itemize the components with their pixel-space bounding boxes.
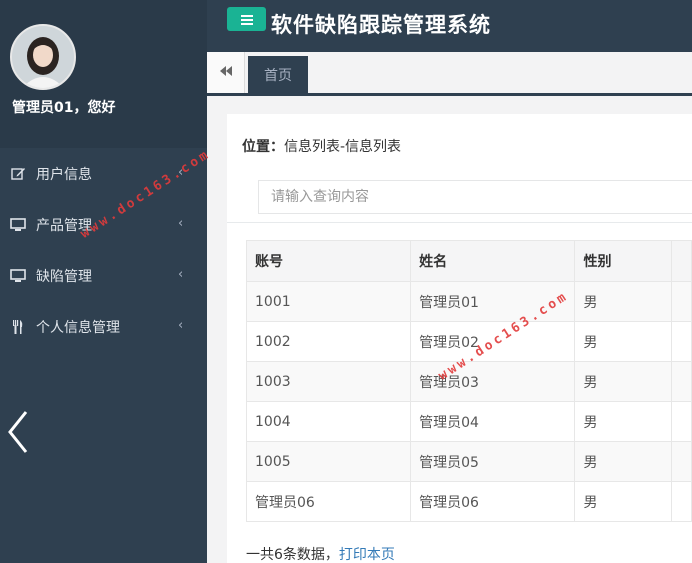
collapse-sidebar-arrow-icon[interactable] <box>4 408 32 456</box>
data-table: 账号 姓名 性别 1001 管理员01 男 1002 管理员02 男 1003 … <box>245 240 692 522</box>
avatar[interactable] <box>10 24 76 90</box>
search-input[interactable] <box>258 180 692 214</box>
tab-bar: 首页 <box>207 52 692 96</box>
table-row[interactable]: 1001 管理员01 男 <box>245 281 692 322</box>
sidebar: 管理员01，您好 用户信息 ‹ 产品管理 ‹ 缺陷管理 ‹ 个人信息管理 ‹ <box>0 0 207 563</box>
sidebar-item-defect-management[interactable]: 缺陷管理 ‹ <box>0 250 207 301</box>
print-page-link[interactable]: 打印本页 <box>339 547 395 563</box>
chevron-left-icon: ‹ <box>178 216 184 231</box>
cell-extra <box>671 441 692 482</box>
breadcrumb-path: 信息列表-信息列表 <box>284 139 402 155</box>
menu-toggle-button[interactable] <box>227 7 266 31</box>
cell-gender: 男 <box>574 321 673 362</box>
cell-name: 管理员06 <box>410 481 576 522</box>
column-header-account[interactable]: 账号 <box>245 240 412 282</box>
cell-name: 管理员04 <box>410 401 576 442</box>
sidebar-item-personal-info[interactable]: 个人信息管理 ‹ <box>0 301 207 352</box>
top-header: 软件缺陷跟踪管理系统 <box>207 0 692 52</box>
cell-extra <box>671 321 692 362</box>
cell-gender: 男 <box>574 281 673 322</box>
table-summary: 一共6条数据，打印本页 <box>246 544 395 563</box>
table-row[interactable]: 1004 管理员04 男 <box>245 401 692 442</box>
table-row[interactable]: 1005 管理员05 男 <box>245 441 692 482</box>
hamburger-icon <box>240 10 253 29</box>
chevron-left-icon: ‹ <box>178 267 184 282</box>
breadcrumb-prefix: 位置： <box>242 139 284 155</box>
breadcrumb: 位置：信息列表-信息列表 <box>242 136 401 156</box>
table-header-row: 账号 姓名 性别 <box>245 240 692 282</box>
table-row[interactable]: 管理员06 管理员06 男 <box>245 481 692 522</box>
cell-extra <box>671 401 692 442</box>
cell-account: 管理员06 <box>245 481 412 522</box>
column-header-gender[interactable]: 性别 <box>574 240 673 282</box>
tab-home[interactable]: 首页 <box>248 56 308 93</box>
monitor-icon <box>10 217 26 233</box>
cell-gender: 男 <box>574 361 673 402</box>
record-count-text: 一共6条数据， <box>246 547 339 563</box>
edit-icon <box>10 166 26 182</box>
cell-extra <box>671 281 692 322</box>
cell-gender: 男 <box>574 441 673 482</box>
content-panel: 位置：信息列表-信息列表 账号 姓名 性别 1001 管理员01 男 <box>227 114 692 563</box>
divider <box>227 222 692 223</box>
tab-scroll-left-button[interactable] <box>207 52 245 93</box>
cell-account: 1003 <box>245 361 412 402</box>
cell-gender: 男 <box>574 481 673 522</box>
cell-extra <box>671 481 692 522</box>
cell-account: 1005 <box>245 441 412 482</box>
column-header-name[interactable]: 姓名 <box>410 240 576 282</box>
double-chevron-left-icon <box>219 65 232 80</box>
column-header-extra <box>671 240 692 282</box>
cell-account: 1002 <box>245 321 412 362</box>
profile-panel: 管理员01，您好 <box>0 0 207 148</box>
cutlery-icon <box>10 319 26 335</box>
cell-account: 1001 <box>245 281 412 322</box>
cell-gender: 男 <box>574 401 673 442</box>
monitor-icon <box>10 268 26 284</box>
cell-account: 1004 <box>245 401 412 442</box>
cell-name: 管理员03 <box>410 361 576 402</box>
app-title: 软件缺陷跟踪管理系统 <box>271 13 491 37</box>
main-content: 位置：信息列表-信息列表 账号 姓名 性别 1001 管理员01 男 <box>207 96 692 563</box>
chevron-left-icon: ‹ <box>178 318 184 333</box>
cell-name: 管理员05 <box>410 441 576 482</box>
cell-extra <box>671 361 692 402</box>
greeting-text: 管理员01，您好 <box>12 100 116 116</box>
